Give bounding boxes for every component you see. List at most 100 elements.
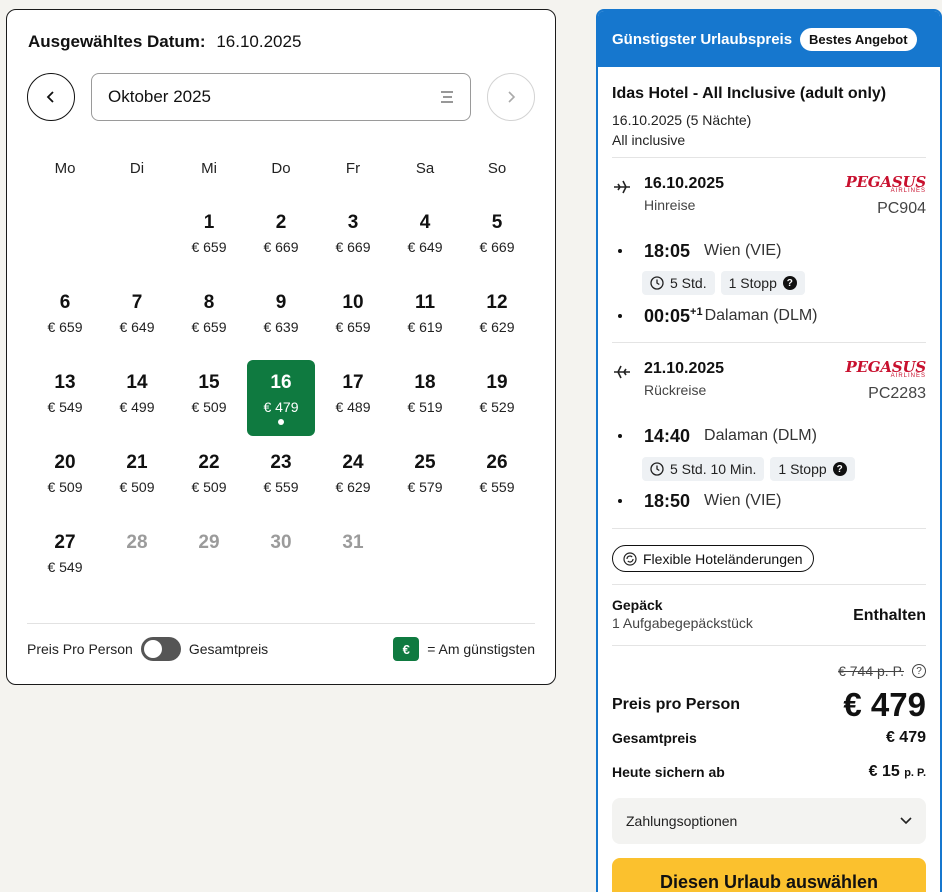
day-number: 2 xyxy=(275,212,287,233)
payment-options-dropdown[interactable]: Zahlungsoptionen xyxy=(612,798,926,844)
day-cell[interactable]: 22 € 509 xyxy=(173,440,245,520)
help-icon[interactable]: ? xyxy=(782,276,797,290)
price-mode-toggle[interactable] xyxy=(140,637,181,661)
day-number: 9 xyxy=(275,292,287,313)
day-cell[interactable]: 25 € 579 xyxy=(389,440,461,520)
stops-chip[interactable]: 1 Stopp ? xyxy=(720,271,805,295)
day-cell[interactable]: 24 € 629 xyxy=(317,440,389,520)
deposit-unit: p. P. xyxy=(904,767,926,779)
next-month-button[interactable] xyxy=(487,73,535,121)
filter-lines-icon xyxy=(441,91,453,103)
stops-text: 1 Stopp xyxy=(728,275,777,291)
inbound-info-chips: 5 Std. 10 Min. 1 Stopp ? xyxy=(642,457,855,481)
day-number: 13 xyxy=(54,372,76,393)
day-number: 27 xyxy=(54,532,76,553)
cheapest-legend-text: = Am günstigsten xyxy=(427,641,535,657)
duration-chip: 5 Std. xyxy=(642,271,715,295)
day-cell[interactable]: 8 € 659 xyxy=(173,280,245,360)
day-price: € 479 xyxy=(263,399,299,415)
day-cell[interactable]: 3 € 669 xyxy=(317,200,389,280)
day-cell[interactable]: 4 € 649 xyxy=(389,200,461,280)
price-per-person-value: € 479 xyxy=(843,686,926,723)
day-cell[interactable]: 9 € 639 xyxy=(245,280,317,360)
day-price: € 529 xyxy=(479,399,515,415)
day-cell[interactable]: 2 € 669 xyxy=(245,200,317,280)
day-cell[interactable]: 14 € 499 xyxy=(101,360,173,440)
day-number: 11 xyxy=(414,292,436,313)
day-cell[interactable]: 18 € 519 xyxy=(389,360,461,440)
timeline-dot xyxy=(618,499,622,503)
day-cell[interactable]: 19 € 529 xyxy=(461,360,533,440)
day-cell[interactable]: 13 € 549 xyxy=(29,360,101,440)
day-cell[interactable]: 26 € 559 xyxy=(461,440,533,520)
day-price: € 659 xyxy=(191,239,227,255)
day-number: 28 xyxy=(126,532,148,553)
day-number: 23 xyxy=(270,452,292,473)
divider xyxy=(612,528,926,529)
calendar-day-grid: 1 € 659 2 € 669 3 € 669 4 € 649 5 € 669 6 € 659 7 € 6… xyxy=(29,200,533,600)
day-price: € 629 xyxy=(335,479,371,495)
day-price: € 659 xyxy=(191,319,227,335)
inbound-airline: PEGASUS AIRLINES PC2283 xyxy=(845,360,926,403)
day-cell[interactable]: 15 € 509 xyxy=(173,360,245,440)
day-cell[interactable]: 17 € 489 xyxy=(317,360,389,440)
day-cell: 30 xyxy=(245,520,317,600)
day-price: € 519 xyxy=(407,399,443,415)
select-vacation-button[interactable]: Diesen Urlaub auswählen xyxy=(612,858,926,892)
day-cell[interactable]: 27 € 549 xyxy=(29,520,101,600)
inbound-departure-airport: Dalaman (DLM) xyxy=(704,427,817,444)
outbound-departure-airport: Wien (VIE) xyxy=(704,242,782,259)
day-cell[interactable]: 10 € 659 xyxy=(317,280,389,360)
calendar-footer: Preis Pro Person Gesamtpreis € = Am güns… xyxy=(27,635,535,663)
offer-header-title: Günstigster Urlaubspreis xyxy=(612,30,793,48)
total-price-label: Gesamtpreis xyxy=(188,641,269,657)
help-icon[interactable]: ? xyxy=(832,462,847,476)
selected-date-label: Ausgewähltes Datum: xyxy=(28,32,206,51)
day-number: 21 xyxy=(126,452,148,473)
day-number: 31 xyxy=(342,532,364,553)
question-icon[interactable]: ? xyxy=(912,664,926,678)
total-price-label: Gesamtpreis xyxy=(612,730,697,746)
clock-icon xyxy=(650,462,664,476)
stops-chip[interactable]: 1 Stopp ? xyxy=(770,457,855,481)
day-price: € 509 xyxy=(47,479,83,495)
deposit-value: € 15 xyxy=(868,763,900,780)
day-number: 25 xyxy=(414,452,436,473)
offer-card: Günstigster Urlaubspreis Bestes Angebot … xyxy=(596,9,942,892)
day-price: € 619 xyxy=(407,319,443,335)
hotel-details: 16.10.2025 (5 Nächte) All inclusive xyxy=(612,110,926,150)
selected-day-cell[interactable]: 16 € 479 xyxy=(247,360,315,436)
price-per-person-row: Preis pro Person € 479 xyxy=(612,685,926,725)
chevron-left-icon xyxy=(46,91,54,103)
outbound-flight-number: PC904 xyxy=(877,200,926,217)
empty-cell xyxy=(29,200,101,280)
hotel-name: Idas Hotel - All Inclusive (adult only) xyxy=(612,85,887,102)
airplane-return-icon xyxy=(614,365,630,379)
month-select[interactable]: Oktober 2025 xyxy=(91,73,471,121)
day-cell[interactable]: 7 € 649 xyxy=(101,280,173,360)
flexible-hotel-changes-pill[interactable]: Flexible Hoteländerungen xyxy=(612,545,814,572)
timeline-dot xyxy=(618,249,622,253)
day-cell[interactable]: 11 € 619 xyxy=(389,280,461,360)
day-price: € 549 xyxy=(47,559,83,575)
day-cell[interactable]: 21 € 509 xyxy=(101,440,173,520)
refresh-circle-icon xyxy=(623,551,637,566)
day-cell[interactable]: 20 € 509 xyxy=(29,440,101,520)
inbound-flight-header: 21.10.2025 Rückreise PEGASUS AIRLINES PC… xyxy=(612,360,926,410)
day-cell[interactable]: 5 € 669 xyxy=(461,200,533,280)
day-cell[interactable]: 6 € 659 xyxy=(29,280,101,360)
day-cell[interactable]: 1 € 659 xyxy=(173,200,245,280)
timeline-dot xyxy=(618,314,622,318)
payment-options-label: Zahlungsoptionen xyxy=(626,813,738,829)
previous-month-button[interactable] xyxy=(27,73,75,121)
divider xyxy=(27,623,535,624)
day-number: 8 xyxy=(203,292,215,313)
outbound-kind: Hinreise xyxy=(644,197,696,213)
day-cell[interactable]: 12 € 629 xyxy=(461,280,533,360)
day-cell[interactable]: 23 € 559 xyxy=(245,440,317,520)
day-number: 14 xyxy=(126,372,148,393)
day-number: 30 xyxy=(270,532,292,553)
clock-icon xyxy=(650,276,664,290)
day-number: 26 xyxy=(486,452,508,473)
day-price: € 509 xyxy=(191,399,227,415)
